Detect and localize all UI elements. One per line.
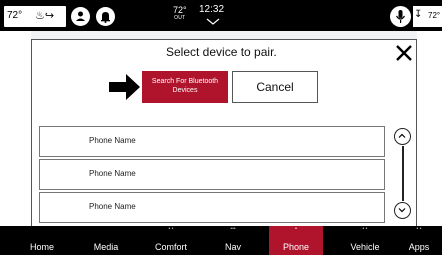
- device-list-item[interactable]: Phone Name: [39, 192, 385, 223]
- person-icon: [76, 11, 85, 21]
- device-name: Phone Name: [89, 169, 136, 178]
- comfort-icon: • •: [168, 226, 174, 232]
- driver-temp: 72°: [7, 10, 23, 21]
- cancel-button[interactable]: Cancel: [232, 71, 318, 103]
- left-margin: [0, 31, 31, 226]
- phone-icon: •: [295, 226, 297, 232]
- scroll-down-button[interactable]: [394, 202, 411, 219]
- apps-icon: • •: [416, 226, 422, 232]
- passenger-climate-button[interactable]: ↧ 72°: [413, 6, 442, 27]
- voice-button[interactable]: [390, 6, 411, 27]
- nav-label: Media: [93, 242, 119, 252]
- outside-temp-value: 72°: [173, 5, 187, 15]
- right-margin: [417, 31, 442, 226]
- nav-label: Home: [29, 242, 54, 252]
- nav-comfort[interactable]: • • Comfort: [146, 226, 196, 255]
- chevron-down-icon[interactable]: [206, 18, 220, 25]
- scroll-up-button[interactable]: [394, 128, 411, 145]
- passenger-temp: 72°: [428, 11, 441, 20]
- pair-device-dialog: Select device to pair. Search For Blueto…: [31, 39, 417, 226]
- device-name: Phone Name: [89, 136, 136, 145]
- driver-climate-button[interactable]: 72° ♨↪: [4, 6, 66, 27]
- vehicle-icon: • •: [362, 226, 368, 232]
- device-name: Phone Name: [89, 202, 136, 211]
- nav-vehicle[interactable]: • • Vehicle: [342, 226, 388, 255]
- nav-label: Nav: [224, 242, 241, 252]
- nav-phone[interactable]: • Phone: [269, 226, 323, 255]
- nav-apps[interactable]: • • Apps: [400, 226, 438, 255]
- device-list: Phone Name Phone Name Phone Name: [39, 126, 385, 225]
- dialog-title: Select device to pair.: [166, 45, 277, 59]
- nav-icon: •••: [230, 226, 236, 232]
- nav-label: Apps: [408, 242, 430, 252]
- arrow-right-icon: [109, 74, 140, 100]
- nav-label: Vehicle: [350, 242, 380, 252]
- outside-temperature: 72° OUT: [173, 5, 187, 21]
- bottom-nav: Home Media • • Comfort ••• Nav • Phone •…: [0, 226, 442, 255]
- passenger-seat-icon: ↧: [414, 9, 423, 20]
- chevron-down-icon: [398, 208, 406, 213]
- microphone-icon: [396, 10, 405, 23]
- nav-label: Comfort: [154, 242, 187, 252]
- driver-profile-button[interactable]: [71, 7, 90, 26]
- outside-label: OUT: [174, 15, 186, 21]
- nav-home[interactable]: Home: [20, 226, 64, 255]
- notifications-button[interactable]: [96, 7, 115, 26]
- search-bluetooth-button[interactable]: Search For Bluetooth Devices: [142, 71, 228, 103]
- bell-icon: [101, 12, 110, 23]
- device-list-item[interactable]: Phone Name: [39, 159, 385, 190]
- status-bar: 72° ♨↪ 72° OUT 12:32 ↧ 72°: [0, 0, 442, 31]
- chevron-up-icon: [398, 133, 406, 138]
- close-button[interactable]: [395, 44, 413, 62]
- nav-label: Phone: [282, 242, 310, 252]
- scrollbar-track[interactable]: [402, 146, 404, 201]
- clock: 12:32: [199, 4, 225, 15]
- device-list-item[interactable]: Phone Name: [39, 126, 385, 157]
- nav-nav[interactable]: ••• Nav: [214, 226, 252, 255]
- heated-seat-icon: ♨↪: [35, 10, 55, 22]
- close-icon: [396, 45, 412, 61]
- nav-media[interactable]: Media: [84, 226, 128, 255]
